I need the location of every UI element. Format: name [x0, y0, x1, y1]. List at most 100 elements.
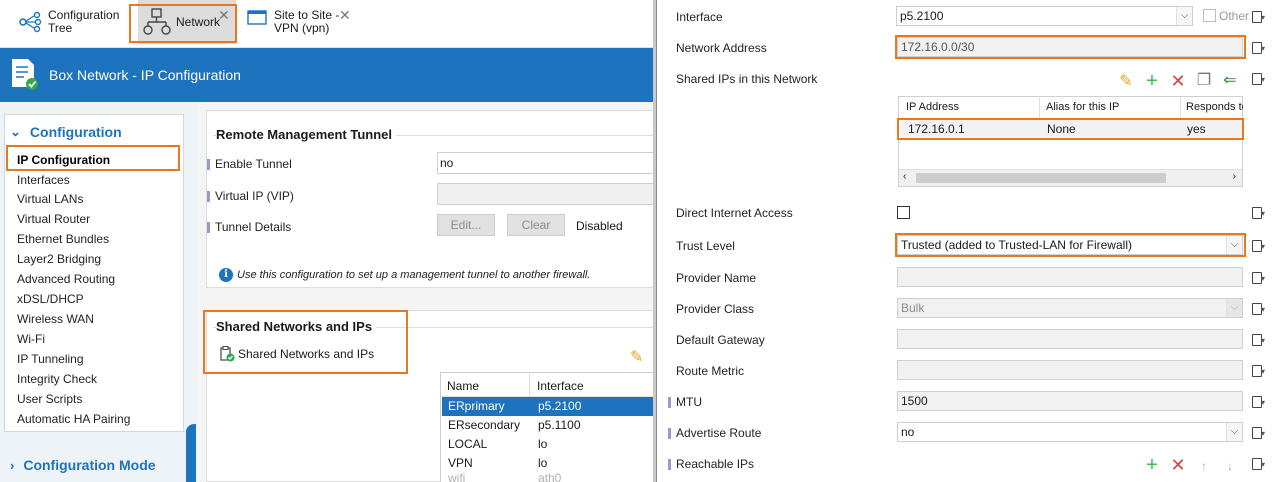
other-checkbox[interactable] — [1203, 9, 1216, 22]
section-label: Configuration — [29, 124, 122, 140]
clear-button[interactable]: Clear — [507, 214, 565, 236]
clipboard-icon[interactable] — [1251, 456, 1265, 472]
field-marker — [668, 427, 671, 439]
highlight-network-address — [895, 35, 1246, 59]
reachable-ips-label: Reachable IPs — [668, 456, 754, 472]
add-icon[interactable]: + — [1143, 455, 1161, 475]
edit-button[interactable]: Edit... — [437, 214, 495, 236]
tab-configuration-tree[interactable]: Configuration Tree — [18, 0, 130, 44]
clipboard-icon[interactable] — [1251, 332, 1265, 348]
column-header-name[interactable]: Name — [447, 379, 479, 393]
sidebar-item-virtual-lans[interactable]: Virtual LANs — [17, 189, 83, 209]
clipboard-icon[interactable] — [1251, 238, 1265, 254]
clipboard-icon[interactable] — [1251, 9, 1265, 25]
column-divider — [1180, 97, 1181, 119]
column-header-interface[interactable]: Interface — [537, 379, 584, 393]
cell-name: ERprimary — [448, 399, 505, 413]
sidebar-item-advanced-routing[interactable]: Advanced Routing — [17, 269, 115, 289]
sidebar-item-integrity-check[interactable]: Integrity Check — [17, 369, 97, 389]
provider-class-label: Provider Class — [676, 302, 755, 316]
grid-column-ip[interactable]: IP Address — [906, 101, 959, 113]
sidebar-item-user-scripts[interactable]: User Scripts — [17, 389, 82, 409]
cell-name: ERsecondary — [448, 418, 521, 432]
field-marker — [207, 221, 210, 233]
clipboard-icon[interactable] — [1251, 205, 1265, 221]
network-address-label: Network Address — [676, 41, 767, 55]
provider-name-label: Provider Name — [676, 271, 757, 285]
field-marker — [207, 158, 210, 170]
sidebar-item-wireless-wan[interactable]: Wireless WAN — [17, 309, 94, 329]
tab-label: Configuration Tree — [48, 8, 120, 35]
scroll-left-icon[interactable]: ‹ — [903, 171, 906, 182]
page-header: Box Network - IP Configuration — [0, 48, 655, 102]
rmt-panel: Remote Management Tunnel Enable Tunnel n… — [206, 110, 656, 288]
clipboard-icon[interactable] — [1251, 71, 1265, 87]
scrollbar-thumb[interactable] — [916, 173, 1166, 183]
advertise-route-select[interactable]: no ⌵ — [897, 422, 1243, 442]
sidebar-item-ethernet-bundles[interactable]: Ethernet Bundles — [17, 229, 109, 249]
sidebar-item-virtual-router[interactable]: Virtual Router — [17, 209, 90, 229]
rmt-group-title: Remote Management Tunnel — [216, 127, 397, 142]
move-down-icon[interactable]: ↓ — [1221, 457, 1239, 475]
clipboard-icon[interactable] — [1251, 301, 1265, 317]
interface-select[interactable]: p5.2100 ⌵ — [896, 6, 1193, 26]
highlight-shared-ip-row — [897, 118, 1244, 140]
sidebar-collapse-handle[interactable] — [186, 424, 196, 482]
rmt-note: i Use this configuration to set up a mana… — [219, 268, 590, 282]
info-icon: i — [219, 268, 233, 282]
list-item[interactable]: ERsecondary p5.1100 — [442, 416, 656, 435]
tab-site-to-site-vpn[interactable]: Site to Site - VPN (vpn) — [246, 0, 346, 44]
interface-label: Interface — [676, 10, 723, 24]
list-item[interactable]: LOCAL lo — [442, 435, 656, 454]
clipboard-icon[interactable] — [1251, 425, 1265, 441]
cell-interface: lo — [538, 437, 548, 451]
grid-column-alias[interactable]: Alias for this IP — [1046, 101, 1119, 113]
enable-tunnel-field[interactable]: no — [437, 152, 656, 174]
grid-column-responds[interactable]: Responds to — [1186, 101, 1243, 113]
import-icon[interactable]: ⇐ — [1221, 72, 1239, 90]
sidebar-item-interfaces[interactable]: Interfaces — [17, 170, 70, 190]
pencil-icon[interactable]: ✎ — [1117, 73, 1135, 91]
delete-icon[interactable]: ✕ — [1169, 456, 1187, 474]
virtual-ip-field[interactable] — [437, 183, 656, 205]
sidebar: ⌄ Configuration IP Configuration Interfa… — [0, 102, 197, 482]
sidebar-item-automatic-ha-pairing[interactable]: Automatic HA Pairing — [17, 409, 130, 429]
list-item[interactable]: ERprimary p5.2100 — [442, 397, 656, 416]
clipboard-icon[interactable] — [1251, 40, 1265, 56]
sidebar-item-layer2-bridging[interactable]: Layer2 Bridging — [17, 249, 101, 269]
default-gateway-field[interactable] — [897, 329, 1243, 349]
mtu-field[interactable]: 1500 — [897, 391, 1243, 411]
sidebar-item-ip-tunneling[interactable]: IP Tunneling — [17, 349, 84, 369]
copy-icon[interactable]: ❐ — [1195, 72, 1213, 90]
route-metric-label: Route Metric — [676, 364, 745, 378]
pencil-icon[interactable]: ✎ — [630, 347, 643, 367]
label-text: Reachable IPs — [676, 457, 755, 471]
sidebar-section-configuration[interactable]: ⌄ Configuration — [10, 124, 122, 140]
cell-interface: p5.1100 — [538, 418, 581, 432]
clipboard-icon[interactable] — [1251, 270, 1265, 286]
provider-name-field[interactable] — [897, 267, 1243, 287]
list-item[interactable]: wifi ath0 — [442, 471, 656, 482]
advertise-route-label: Advertise Route — [668, 425, 761, 441]
section-label: Configuration Mode — [23, 457, 156, 473]
scroll-right-icon[interactable]: › — [1233, 171, 1236, 182]
grid-horizontal-scrollbar[interactable]: ‹ › — [899, 169, 1242, 186]
move-up-icon[interactable]: ↑ — [1195, 457, 1213, 475]
main-content: Remote Management Tunnel Enable Tunnel n… — [197, 102, 656, 482]
vpn-window-icon — [247, 10, 267, 25]
label-text: Advertise Route — [676, 426, 762, 440]
virtual-ip-label: Virtual IP (VIP) — [207, 189, 294, 203]
route-metric-field[interactable] — [897, 360, 1243, 380]
sidebar-section-configuration-mode[interactable]: › Configuration Mode — [10, 457, 156, 473]
sidebar-item-wi-fi[interactable]: Wi-Fi — [17, 329, 45, 349]
delete-icon[interactable]: ✕ — [1169, 72, 1187, 90]
default-gateway-label: Default Gateway — [676, 333, 765, 347]
provider-class-select[interactable]: Bulk ⌵ — [897, 298, 1243, 318]
sidebar-item-xdsl-dhcp[interactable]: xDSL/DHCP — [17, 289, 84, 309]
close-icon[interactable]: ✕ — [339, 7, 351, 24]
add-icon[interactable]: + — [1143, 71, 1161, 91]
shared-ips-label: Shared IPs in this Network — [676, 72, 818, 86]
direct-internet-checkbox[interactable] — [897, 206, 910, 219]
clipboard-icon[interactable] — [1251, 394, 1265, 410]
clipboard-icon[interactable] — [1251, 363, 1265, 379]
